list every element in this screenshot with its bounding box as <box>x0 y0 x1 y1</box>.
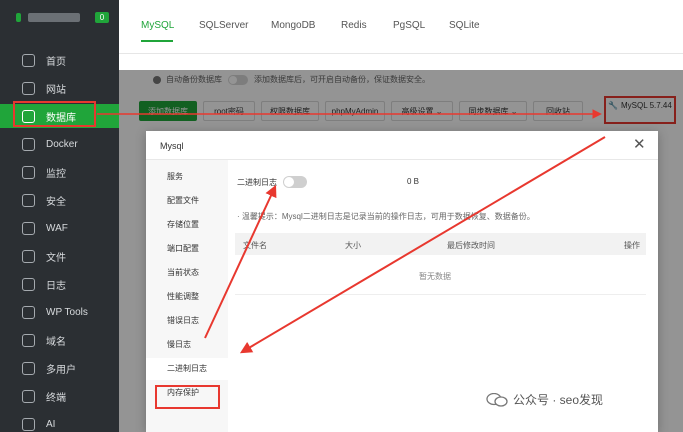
close-icon[interactable]: ✕ <box>633 137 646 152</box>
dialog-header: Mysql ✕ <box>146 131 658 160</box>
col-actions: 操作 <box>624 241 640 250</box>
sidebar-item-log[interactable]: 日志 <box>0 272 119 296</box>
sidebar: 0 首页 网站 数据库 Docker 监控 安全 WAF 文件 日志 WP Tools 域名 多用户终… <box>0 0 119 432</box>
sidebar-item-label: WAF <box>46 222 68 234</box>
dialog-title: Mysql <box>160 141 184 151</box>
tab-sqlite[interactable]: SQLite <box>449 20 480 31</box>
sidebar-item-domain[interactable]: 域名 <box>0 328 119 352</box>
dialog-nav-item[interactable]: 慢日志 <box>146 334 228 356</box>
highlight-box-database <box>13 101 96 127</box>
home-icon <box>22 53 35 67</box>
tab-mysql[interactable]: MySQL <box>141 20 174 31</box>
tab-redis[interactable]: Redis <box>341 20 367 31</box>
sidebar-item-monitor[interactable]: 监控 <box>0 160 119 184</box>
dialog-nav-item[interactable]: 二进制日志 <box>146 358 228 380</box>
sidebar-item-label: WP Tools <box>46 306 88 318</box>
waf-icon <box>22 221 35 235</box>
tab-mongodb[interactable]: MongoDB <box>271 20 315 31</box>
dialog-nav: 服务 配置文件 存储位置 端口配置 当前状态 性能调整 错误日志 慢日志 二进制日志 内存保护 <box>146 160 228 432</box>
sidebar-item-wordpress[interactable]: WP Tools <box>0 300 119 324</box>
server-name-redacted <box>28 13 80 22</box>
col-filename: 文件名 <box>243 241 267 250</box>
sidebar-item-terminal[interactable]: 终端 <box>0 384 119 408</box>
tab-pgsql[interactable]: PgSQL <box>393 20 425 31</box>
log-icon <box>22 277 35 291</box>
terminal-icon <box>22 389 35 403</box>
dialog-nav-item[interactable]: 端口配置 <box>146 238 228 260</box>
wechat-icon <box>486 392 508 407</box>
globe-icon <box>22 81 35 95</box>
shield-icon <box>22 193 35 207</box>
binlog-size: 0 B <box>407 177 420 186</box>
sidebar-item-label: AI <box>46 418 56 430</box>
sidebar-item-users[interactable]: 多用户 <box>0 356 119 380</box>
sidebar-item-ai[interactable]: AI <box>0 412 119 432</box>
docker-icon <box>22 137 35 151</box>
highlight-box-binlog <box>155 385 220 409</box>
binlog-label: 二进制日志 <box>237 177 277 187</box>
table-divider <box>235 294 646 295</box>
sidebar-header: 0 <box>0 0 119 34</box>
domain-icon <box>22 333 35 347</box>
sidebar-item-label: 多用户 <box>46 364 76 376</box>
col-modified: 最后修改时间 <box>447 241 495 250</box>
folder-icon <box>22 249 35 263</box>
binlog-toggle[interactable] <box>283 176 307 188</box>
watermark: 公众号 · seo发现 <box>486 391 603 408</box>
sidebar-item-waf[interactable]: WAF <box>0 216 119 240</box>
binlog-table-header: 文件名 大小 最后修改时间 操作 <box>235 233 646 255</box>
db-type-tabs: MySQL SQLServer MongoDB Redis PgSQL SQLi… <box>119 0 683 54</box>
users-icon <box>22 361 35 375</box>
watermark-text: 公众号 · seo发现 <box>513 393 604 407</box>
dialog-nav-item[interactable]: 错误日志 <box>146 310 228 332</box>
sidebar-item-label: Docker <box>46 138 78 150</box>
dialog-nav-item[interactable]: 存储位置 <box>146 214 228 236</box>
dialog-nav-item[interactable]: 配置文件 <box>146 190 228 212</box>
sidebar-item-shield[interactable]: 安全 <box>0 188 119 212</box>
sidebar-item-label: 监控 <box>46 168 66 180</box>
sidebar-item-label: 网站 <box>46 84 66 96</box>
sidebar-item-home[interactable]: 首页 <box>0 48 119 72</box>
sidebar-item-label: 终端 <box>46 392 66 404</box>
server-status-icon <box>16 13 21 22</box>
binlog-hint: · 温馨提示：Mysql二进制日志是记录当前的操作日志，可用于数据恢复、数据备份… <box>237 212 535 221</box>
mysql-settings-dialog: Mysql ✕ 服务 配置文件 存储位置 端口配置 当前状态 性能调整 错误日志 慢日志 二进制… <box>146 131 658 432</box>
wordpress-icon <box>22 305 35 319</box>
ai-icon <box>22 417 35 431</box>
dialog-nav-item[interactable]: 当前状态 <box>146 262 228 284</box>
sidebar-item-label: 域名 <box>46 336 66 348</box>
sidebar-item-docker[interactable]: Docker <box>0 132 119 156</box>
sidebar-item-label: 文件 <box>46 252 66 264</box>
dialog-nav-item[interactable]: 性能调整 <box>146 286 228 308</box>
col-size: 大小 <box>345 241 361 250</box>
sidebar-item-label: 首页 <box>46 56 66 68</box>
binlog-switch-row: 二进制日志 <box>237 176 307 188</box>
sidebar-item-globe[interactable]: 网站 <box>0 76 119 100</box>
dialog-nav-item[interactable]: 服务 <box>146 166 228 188</box>
sidebar-item-label: 日志 <box>46 280 66 292</box>
sidebar-item-label: 安全 <box>46 196 66 208</box>
monitor-icon <box>22 165 35 179</box>
empty-table-text: 暂无数据 <box>419 272 451 281</box>
active-tab-indicator <box>141 40 173 42</box>
sidebar-item-folder[interactable]: 文件 <box>0 244 119 268</box>
tab-sqlserver[interactable]: SQLServer <box>199 20 248 31</box>
notification-badge[interactable]: 0 <box>95 12 109 23</box>
